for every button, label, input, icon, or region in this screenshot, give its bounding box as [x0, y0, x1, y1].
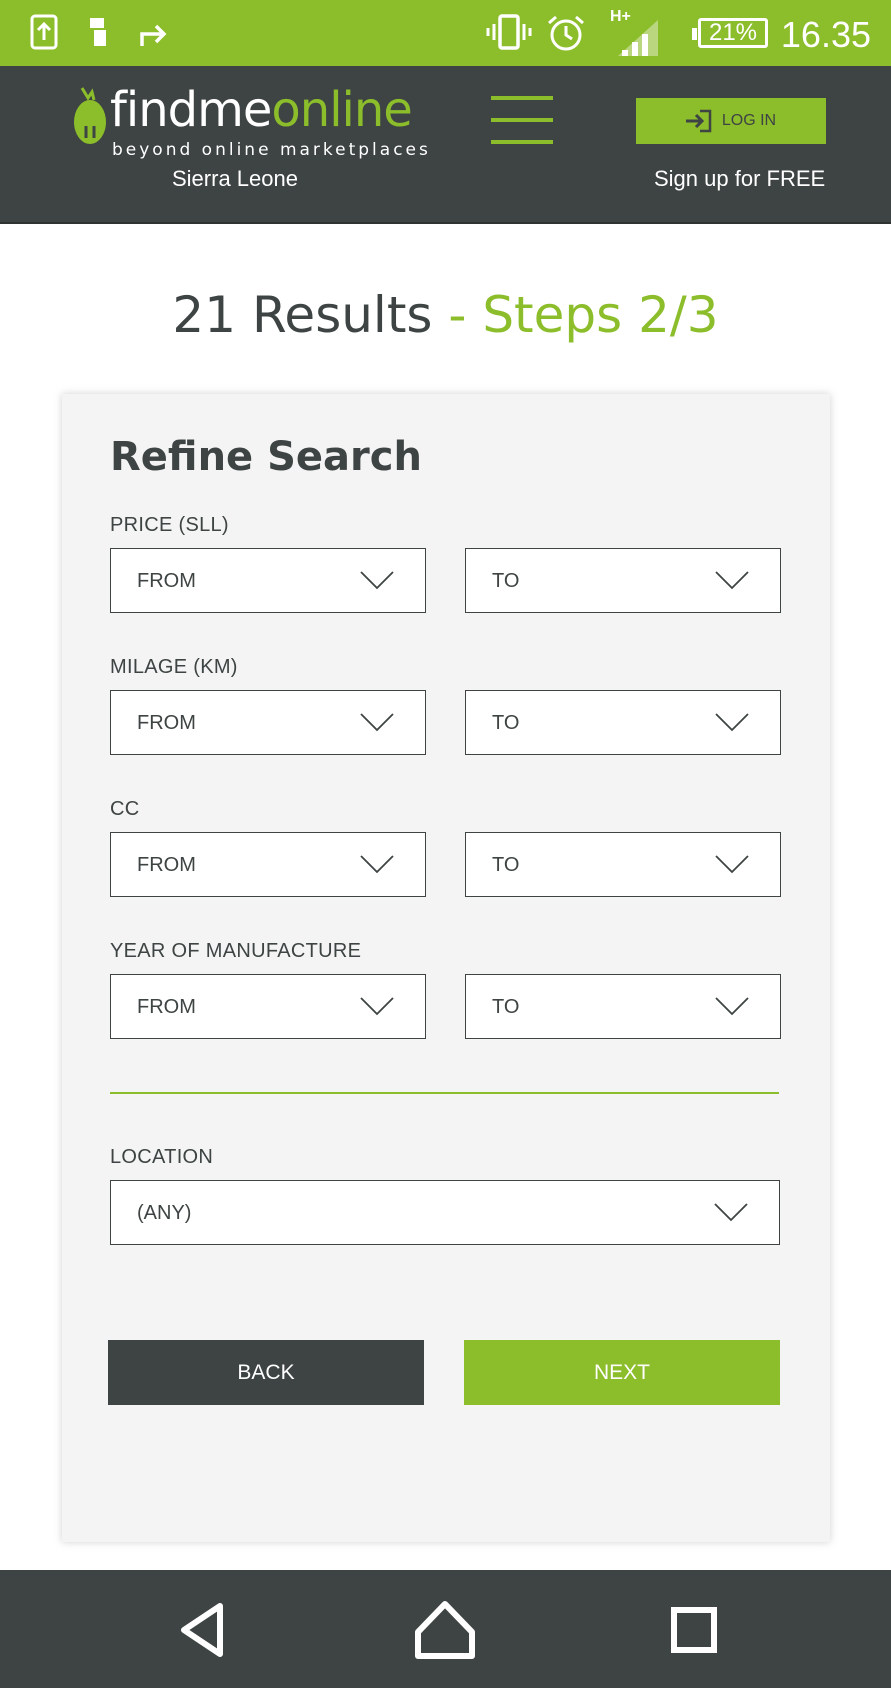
android-nav-bar	[0, 1570, 891, 1688]
menu-icon[interactable]	[491, 96, 553, 146]
chevron-down-icon	[360, 997, 394, 1016]
logo-wordmark: findmeonline	[110, 82, 413, 138]
select-value: TO	[492, 570, 520, 592]
year-from-select[interactable]: FROM	[110, 974, 426, 1039]
chevron-down-icon	[715, 713, 749, 732]
section-divider	[110, 1092, 779, 1094]
alarm-icon	[548, 15, 584, 51]
chevron-down-icon	[360, 855, 394, 874]
recents-icon[interactable]	[660, 1598, 730, 1662]
logo-online: online	[271, 82, 412, 138]
login-label: LOG IN	[721, 112, 777, 129]
chevron-down-icon	[360, 713, 394, 732]
screenshot-icon	[30, 14, 58, 50]
login-button[interactable]: LOG IN	[636, 98, 826, 144]
logo-tagline: beyond online marketplaces	[112, 140, 431, 160]
refine-title: Refine Search	[110, 434, 422, 480]
price-to-select[interactable]: TO	[465, 548, 781, 613]
milage-label: MILAGE (KM)	[110, 656, 238, 678]
milage-to-select[interactable]: TO	[465, 690, 781, 755]
share-icon	[140, 24, 167, 46]
battery-icon: 21%	[692, 18, 768, 48]
login-icon	[685, 109, 712, 133]
steps-indicator: - Steps 2/3	[432, 286, 719, 344]
results-count: 21 Results	[172, 286, 433, 344]
select-value: FROM	[137, 996, 196, 1018]
select-value: TO	[492, 854, 520, 876]
signup-link[interactable]: Sign up for FREE	[654, 166, 825, 192]
usb-icon	[90, 18, 106, 46]
back-button[interactable]: BACK	[108, 1340, 424, 1405]
location-label: LOCATION	[110, 1146, 214, 1168]
findmeonline-logo[interactable]: findmeonline beyond online marketplaces	[72, 82, 428, 162]
chevron-down-icon	[360, 571, 394, 590]
price-label: PRICE (SLL)	[110, 514, 229, 536]
status-bar: H+ 21% 16.35	[0, 0, 891, 66]
chevron-down-icon	[715, 855, 749, 874]
chevron-down-icon	[714, 1203, 748, 1222]
select-value: (ANY)	[137, 1202, 192, 1224]
vibrate-icon	[486, 14, 532, 50]
signal-icon	[618, 20, 658, 56]
site-header: findmeonline beyond online marketplaces …	[0, 66, 891, 224]
cc-from-select[interactable]: FROM	[110, 832, 426, 897]
chevron-down-icon	[715, 571, 749, 590]
year-to-select[interactable]: TO	[465, 974, 781, 1039]
cc-to-select[interactable]: TO	[465, 832, 781, 897]
back-triangle-icon[interactable]	[168, 1598, 238, 1662]
next-button[interactable]: NEXT	[464, 1340, 780, 1405]
status-time: 16.35	[780, 14, 871, 55]
price-from-select[interactable]: FROM	[110, 548, 426, 613]
location-select[interactable]: (ANY)	[110, 1180, 780, 1245]
milage-from-select[interactable]: FROM	[110, 690, 426, 755]
logo-find: findme	[110, 82, 272, 138]
home-icon[interactable]	[410, 1598, 480, 1662]
select-value: FROM	[137, 712, 196, 734]
cc-label: CC	[110, 798, 140, 820]
year-label: YEAR OF MANUFACTURE	[110, 940, 362, 962]
country-name: Sierra Leone	[172, 166, 298, 191]
select-value: FROM	[137, 570, 196, 592]
page-title: 21 Results - Steps 2/3	[0, 286, 891, 344]
select-value: TO	[492, 996, 520, 1018]
logo-mascot-icon	[74, 87, 106, 144]
select-value: TO	[492, 712, 520, 734]
refine-search-card: Refine Search PRICE (SLL) FROM TO MILAGE…	[62, 394, 830, 1542]
chevron-down-icon	[715, 997, 749, 1016]
select-value: FROM	[137, 854, 196, 876]
